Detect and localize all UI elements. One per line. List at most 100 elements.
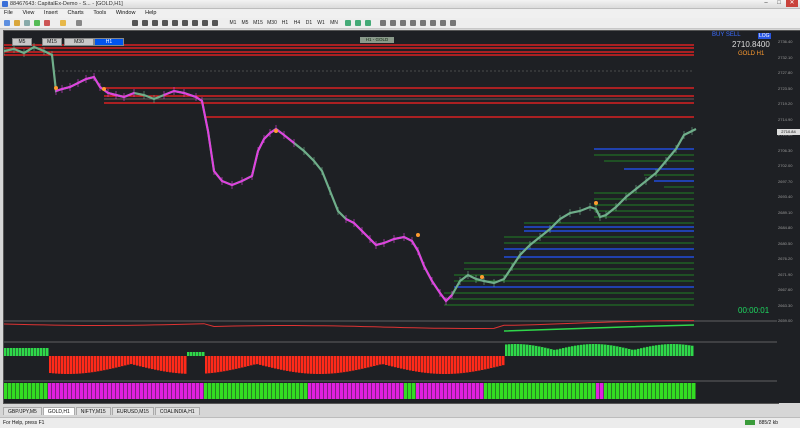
histogram-bar: [691, 345, 694, 356]
tab-coalindia-h1[interactable]: COALINDIA,H1: [154, 407, 200, 415]
close-button[interactable]: ✕: [786, 0, 798, 7]
histogram-bar: [199, 352, 202, 356]
trend-bar: [188, 383, 192, 399]
trend-bar: [484, 383, 488, 399]
histogram-bar: [49, 356, 52, 374]
candlestick-icon[interactable]: [355, 20, 361, 26]
tab-gold-h1[interactable]: GOLD,H1: [42, 407, 75, 415]
tf-d1[interactable]: D1: [304, 19, 314, 27]
tf-w1[interactable]: W1: [316, 19, 326, 27]
maximize-button[interactable]: □: [773, 0, 785, 7]
chart-window[interactable]: [3, 30, 779, 404]
histogram-bar: [223, 356, 226, 372]
autotrading-icon[interactable]: [60, 20, 66, 26]
trend-bar: [220, 383, 224, 399]
price-axis[interactable]: 2736.40 2732.10 2727.80 2723.50 2719.20 2714.…: [777, 30, 800, 403]
chart-tf-m5-button[interactable]: M5: [12, 38, 32, 46]
templates-icon[interactable]: [450, 20, 456, 26]
trend-bar: [360, 383, 364, 399]
trend-bar: [224, 383, 228, 399]
trend-bar: [168, 383, 172, 399]
new-order-icon[interactable]: [76, 20, 82, 26]
cursor-icon[interactable]: [132, 20, 138, 26]
histogram-bar: [457, 356, 460, 374]
tile-windows-icon[interactable]: [400, 20, 406, 26]
trend-bar: [176, 383, 180, 399]
crosshair-icon[interactable]: [142, 20, 148, 26]
histogram-bar: [445, 356, 448, 374]
terminal-icon[interactable]: [44, 20, 50, 26]
autoscroll-icon[interactable]: [410, 20, 416, 26]
trend-bar: [632, 383, 636, 399]
menu-file[interactable]: File: [0, 9, 17, 18]
menu-window[interactable]: Window: [112, 9, 140, 18]
price-chart-canvas[interactable]: [4, 31, 778, 403]
trend-bar: [404, 383, 408, 399]
signal-dot: [594, 201, 598, 205]
label-icon[interactable]: [212, 20, 218, 26]
horizontal-line-icon[interactable]: [162, 20, 168, 26]
trend-bar: [308, 383, 312, 399]
tf-m5[interactable]: M5: [240, 19, 250, 27]
line-chart-icon[interactable]: [365, 20, 371, 26]
periods-icon[interactable]: [440, 20, 446, 26]
trend-bar: [328, 383, 332, 399]
menu-insert[interactable]: Insert: [40, 9, 62, 18]
trend-bar: [480, 383, 484, 399]
tf-m30[interactable]: M30: [266, 19, 278, 27]
trend-bar: [256, 383, 260, 399]
chart-shift-icon[interactable]: [420, 20, 426, 26]
new-chart-icon[interactable]: [4, 20, 10, 26]
histogram-bar: [181, 356, 184, 374]
status-help-text: For Help, press F1: [3, 420, 45, 426]
histogram-bar: [421, 356, 424, 373]
tf-h4[interactable]: H4: [292, 19, 302, 27]
trend-bar: [504, 383, 508, 399]
fibonacci-icon[interactable]: [192, 20, 198, 26]
histogram-bar: [688, 345, 691, 356]
menu-charts[interactable]: Charts: [63, 9, 87, 18]
navigator-icon[interactable]: [34, 20, 40, 26]
bar-chart-icon[interactable]: [345, 20, 351, 26]
minimize-button[interactable]: –: [760, 0, 772, 7]
text-icon[interactable]: [202, 20, 208, 26]
trend-bar: [572, 383, 576, 399]
tf-m15[interactable]: M15: [252, 19, 264, 27]
indicators-icon[interactable]: [430, 20, 436, 26]
trend-bar: [560, 383, 564, 399]
tf-mn[interactable]: MN: [328, 19, 340, 27]
histogram-bar: [571, 346, 574, 356]
tf-h1[interactable]: H1: [280, 19, 290, 27]
signal-dot: [102, 87, 106, 91]
chart-tf-m15-button[interactable]: M15: [42, 38, 62, 46]
menu-tools[interactable]: Tools: [89, 9, 110, 18]
trend-bar: [464, 383, 468, 399]
trend-bar: [36, 383, 40, 399]
trend-bar: [612, 383, 616, 399]
zoom-out-icon[interactable]: [390, 20, 396, 26]
zoom-in-icon[interactable]: [380, 20, 386, 26]
chart-tf-m30-button[interactable]: M30: [64, 38, 94, 46]
market-watch-icon[interactable]: [24, 20, 30, 26]
profiles-icon[interactable]: [14, 20, 20, 26]
histogram-bar: [280, 356, 283, 370]
histogram-bar: [268, 356, 271, 368]
histogram-bar: [67, 356, 70, 374]
vertical-line-icon[interactable]: [152, 20, 158, 26]
histogram-bar: [244, 356, 247, 367]
histogram-bar: [250, 356, 253, 366]
tab-gbpjpy-m5[interactable]: GBP/JPY,M5: [3, 407, 42, 415]
channel-icon[interactable]: [182, 20, 188, 26]
tf-m1[interactable]: M1: [228, 19, 238, 27]
histogram-bar: [517, 344, 520, 356]
menu-view[interactable]: View: [19, 9, 39, 18]
tab-nifty-m15[interactable]: NIFTY,M15: [75, 407, 111, 415]
chart-tf-h1-button[interactable]: H1: [94, 38, 124, 46]
trendline-icon[interactable]: [172, 20, 178, 26]
histogram-bar: [10, 348, 13, 356]
trend-bar: [520, 383, 524, 399]
menu-help[interactable]: Help: [141, 9, 160, 18]
signal-dot: [480, 275, 484, 279]
histogram-bar: [40, 348, 43, 356]
tab-eurusd-m15[interactable]: EURUSD,M15: [111, 407, 154, 415]
